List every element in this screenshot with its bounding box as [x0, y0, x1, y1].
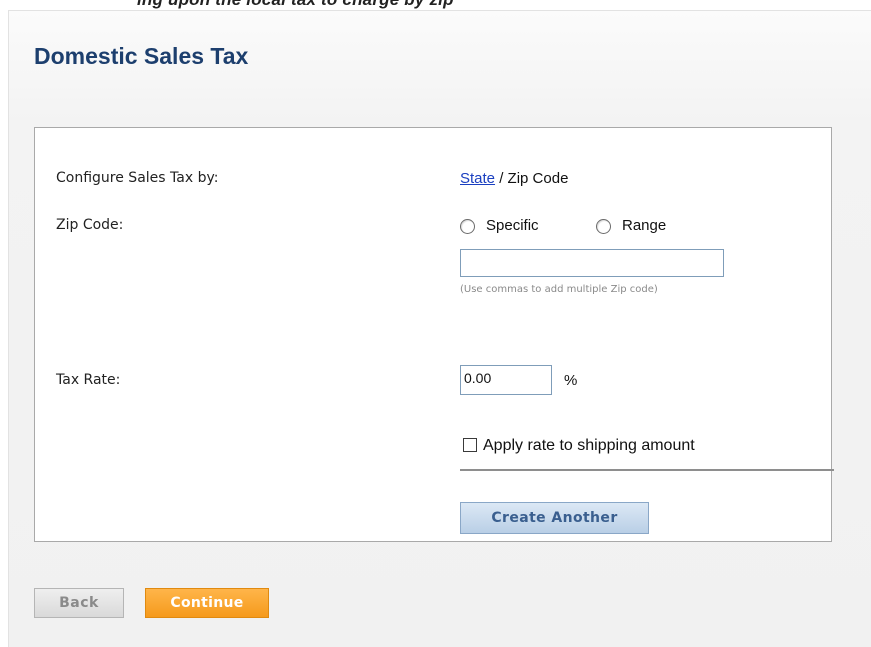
configure-label: Configure Sales Tax by: [56, 170, 219, 186]
zip-code-label: Zip Code: [56, 217, 124, 233]
range-radio-label: Range [622, 217, 667, 234]
configure-separator: / [495, 170, 508, 187]
tax-rate-label: Tax Rate: [56, 372, 121, 388]
configure-options: State / Zip Code [460, 170, 568, 187]
divider [460, 469, 834, 471]
back-button[interactable]: Back [34, 588, 124, 618]
state-link[interactable]: State [460, 170, 495, 187]
zip-code-input[interactable] [460, 249, 724, 277]
percent-sign: % [564, 372, 578, 389]
apply-shipping-checkbox[interactable] [463, 438, 477, 452]
zip-code-option: Zip Code [507, 170, 569, 187]
range-radio[interactable] [596, 219, 611, 234]
page-title: Domestic Sales Tax [34, 43, 249, 69]
content-panel: Domestic Sales Tax Configure Sales Tax b… [8, 10, 871, 647]
specific-radio-label: Specific [486, 217, 539, 234]
sales-tax-form: Configure Sales Tax by: State / Zip Code… [34, 127, 834, 542]
apply-shipping-label[interactable]: Apply rate to shipping amount [483, 437, 695, 455]
specific-radio[interactable] [460, 219, 475, 234]
banner-text: ing upon the local tax to charge by zip [137, 0, 454, 10]
continue-button[interactable]: Continue [145, 588, 269, 618]
zip-code-hint: (Use commas to add multiple Zip code) [460, 284, 658, 295]
tax-rate-input[interactable]: 0.00 [460, 365, 552, 395]
create-another-button[interactable]: Create Another [460, 502, 649, 534]
